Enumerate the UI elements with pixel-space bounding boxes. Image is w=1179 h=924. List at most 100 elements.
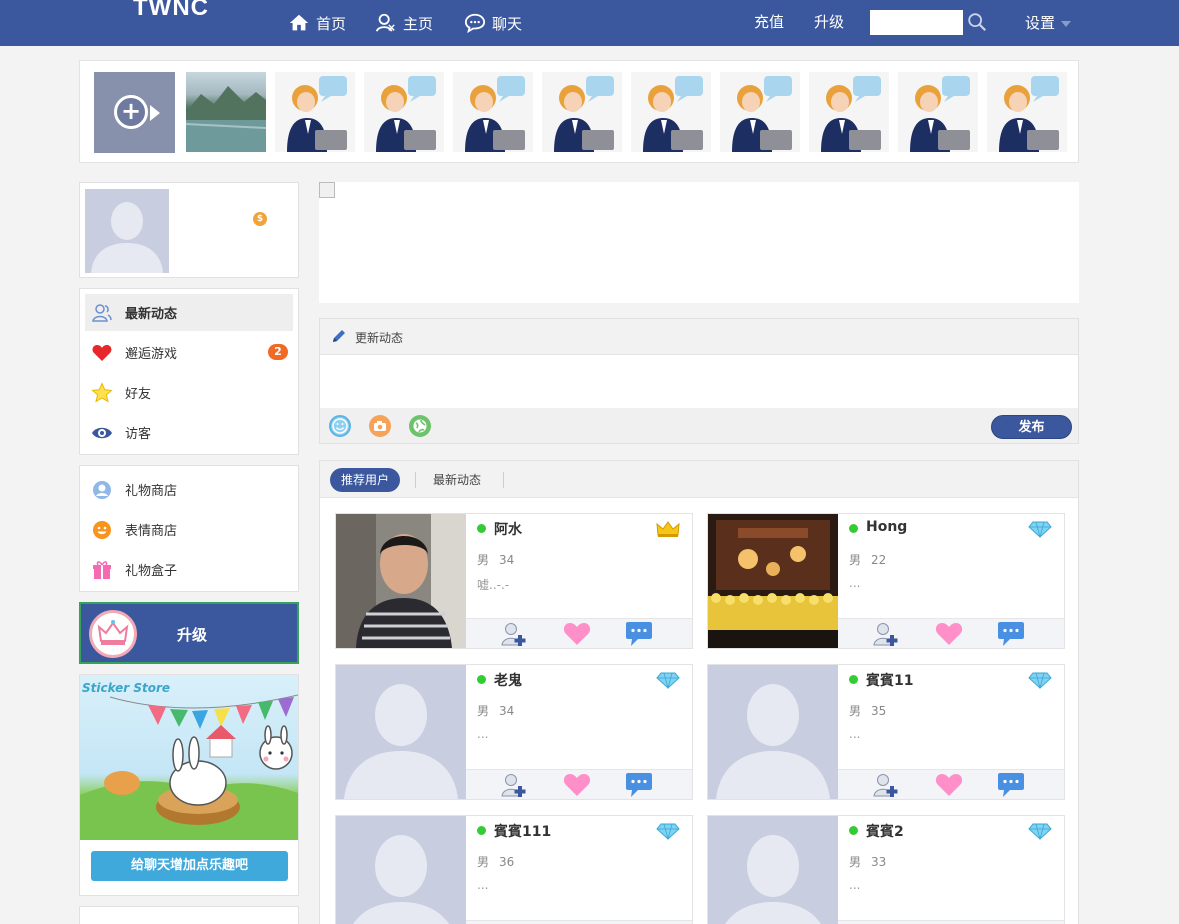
- chat-bubble-icon: [998, 773, 1024, 797]
- like-button[interactable]: [935, 772, 963, 798]
- tab-latest-activity[interactable]: 最新动态: [433, 468, 481, 492]
- upgrade-card-button[interactable]: 升级: [79, 602, 299, 664]
- photo-upload-button[interactable]: [369, 415, 391, 437]
- heart-icon: [563, 774, 591, 796]
- upgrade-link[interactable]: 升级: [814, 11, 844, 32]
- user-name[interactable]: 阿水: [494, 519, 522, 539]
- search-input[interactable]: [870, 10, 963, 35]
- recharge-link[interactable]: 充值: [754, 11, 784, 32]
- online-status-icon: [477, 826, 486, 835]
- chat-button[interactable]: [624, 772, 654, 798]
- online-status-icon: [849, 524, 858, 533]
- user-card[interactable]: 賓賓2 男 33...: [707, 815, 1065, 924]
- user-info: 阿水男 34 嘘..-.-: [466, 514, 692, 618]
- status-composer: 更新动态 发布: [319, 318, 1079, 444]
- user-card[interactable]: 老鬼男 34...: [335, 664, 693, 800]
- user-gender: 男: [477, 704, 490, 718]
- menu-item-visitors[interactable]: 访客: [85, 414, 293, 451]
- add-friend-button[interactable]: [500, 621, 528, 647]
- user-name[interactable]: 賓賓2: [866, 821, 904, 841]
- chat-button[interactable]: [996, 772, 1026, 798]
- users-panel: 推荐用户 最新动态 阿水男 34 嘘..-.- Hong 男 22... 老鬼男 34... 賓…: [319, 460, 1079, 924]
- menu-item-label: 表情商店: [125, 524, 178, 539]
- publish-button[interactable]: 发布: [991, 415, 1072, 439]
- user-signature: ...: [849, 727, 861, 741]
- camera-arrow-icon: [150, 105, 160, 121]
- more-promo-card: [79, 906, 299, 924]
- user-name[interactable]: 老鬼: [494, 670, 522, 690]
- add-photo-button[interactable]: +: [94, 72, 175, 153]
- sticker-store-promo: Sticker Store 给聊天增加点乐趣吧: [79, 674, 299, 896]
- nav-profile[interactable]: 主页: [375, 10, 433, 36]
- status-text-input[interactable]: [320, 356, 1078, 408]
- strip-photo-avatar[interactable]: [364, 72, 444, 152]
- add-friend-button[interactable]: [872, 772, 900, 798]
- ad-banner[interactable]: [319, 182, 1079, 303]
- search-icon[interactable]: [966, 11, 988, 33]
- user-age: 35: [871, 704, 887, 718]
- menu-item-friends[interactable]: 好友: [85, 374, 293, 411]
- user-card[interactable]: 賓賓111 男 36...: [335, 815, 693, 924]
- user-photo[interactable]: [708, 514, 838, 648]
- user-photo[interactable]: [336, 514, 466, 648]
- strip-photo-landscape[interactable]: [186, 72, 266, 152]
- nav-home-label: 首页: [316, 14, 347, 33]
- menu-item-label: 礼物盒子: [125, 564, 178, 579]
- user-age: 33: [871, 855, 887, 869]
- strip-photo-avatar[interactable]: [275, 72, 355, 152]
- sticker-store-illustration[interactable]: [80, 675, 298, 840]
- main-menu: 最新动态 邂逅游戏 2 好友 访客: [79, 288, 299, 455]
- user-photo[interactable]: [708, 665, 838, 799]
- nav-chat[interactable]: 聊天: [464, 10, 522, 36]
- tab-recommended-users[interactable]: 推荐用户: [330, 468, 400, 492]
- settings-menu[interactable]: 设置: [1025, 12, 1072, 33]
- user-card[interactable]: 賓賓11 男 35...: [707, 664, 1065, 800]
- chat-button[interactable]: [624, 621, 654, 647]
- menu-item-emoji-shop[interactable]: 表情商店: [85, 511, 293, 548]
- users-outline-icon: [92, 304, 112, 322]
- diamond-badge: [656, 822, 680, 841]
- strip-photo-avatar[interactable]: [631, 72, 711, 152]
- nav-chat-label: 聊天: [492, 14, 523, 33]
- location-button[interactable]: [409, 415, 431, 437]
- user-photo[interactable]: [336, 665, 466, 799]
- strip-photo-avatar[interactable]: [987, 72, 1067, 152]
- menu-item-gift-box[interactable]: 礼物盒子: [85, 551, 293, 588]
- user-meta: 男 33: [849, 853, 886, 870]
- user-actions: [838, 920, 1064, 924]
- nav-home[interactable]: 首页: [288, 10, 346, 36]
- menu-item-gift-shop[interactable]: 礼物商店: [85, 471, 293, 508]
- sticker-store-button[interactable]: 给聊天增加点乐趣吧: [91, 851, 288, 881]
- strip-photo-avatar[interactable]: [809, 72, 889, 152]
- camera-icon: [374, 421, 386, 431]
- user-signature: ...: [477, 878, 489, 892]
- user-name[interactable]: Hong: [866, 519, 907, 535]
- add-friend-button[interactable]: [872, 621, 900, 647]
- user-signature: 嘘..-.-: [477, 578, 510, 592]
- strip-photo-avatar[interactable]: [453, 72, 533, 152]
- menu-item-encounter-game[interactable]: 邂逅游戏 2: [85, 334, 293, 371]
- default-avatar-silhouette: [708, 816, 838, 924]
- site-logo[interactable]: TWNC: [133, 0, 209, 22]
- like-button[interactable]: [935, 621, 963, 647]
- avatar[interactable]: [85, 189, 169, 273]
- add-friend-button[interactable]: [500, 772, 528, 798]
- strip-photo-avatar[interactable]: [542, 72, 622, 152]
- user-name[interactable]: 賓賓111: [494, 821, 551, 841]
- user-card[interactable]: 阿水男 34 嘘..-.-: [335, 513, 693, 649]
- user-card[interactable]: Hong 男 22...: [707, 513, 1065, 649]
- emoji-picker-button[interactable]: [329, 415, 351, 437]
- chat-button[interactable]: [996, 621, 1026, 647]
- user-gender: 男: [477, 855, 490, 869]
- like-button[interactable]: [563, 772, 591, 798]
- strip-photo-avatar[interactable]: [898, 72, 978, 152]
- user-info: Hong 男 22...: [838, 514, 1064, 618]
- crown-badge: [656, 520, 680, 538]
- strip-photo-avatar[interactable]: [720, 72, 800, 152]
- user-name[interactable]: 賓賓11: [866, 670, 913, 690]
- menu-item-latest-activity[interactable]: 最新动态: [85, 294, 293, 331]
- user-photo[interactable]: [708, 816, 838, 924]
- like-button[interactable]: [563, 621, 591, 647]
- coin-icon[interactable]: $: [253, 212, 267, 226]
- user-photo[interactable]: [336, 816, 466, 924]
